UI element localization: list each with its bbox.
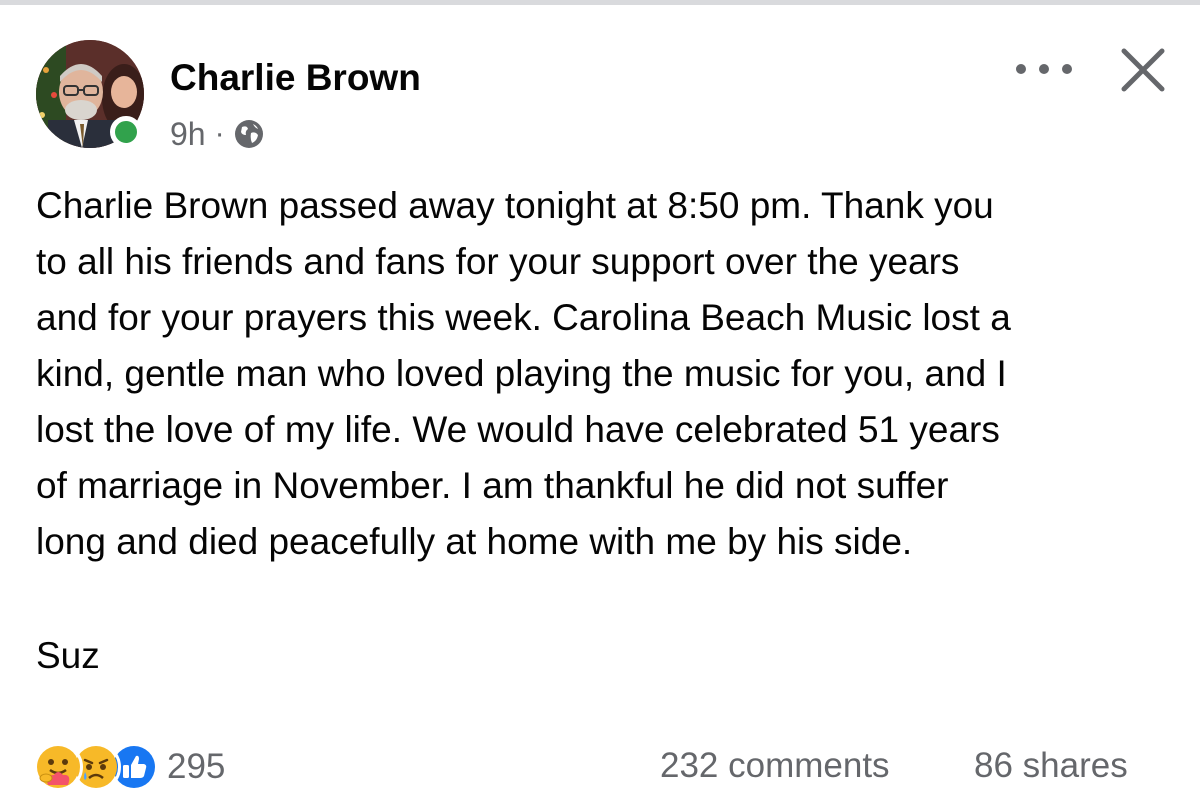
post-signature: Suz (36, 635, 100, 676)
top-divider (0, 0, 1200, 5)
close-button[interactable] (1118, 45, 1168, 95)
care-reaction-icon (33, 742, 83, 792)
more-options-button[interactable] (1016, 58, 1072, 80)
reactions-summary[interactable]: 295 (33, 742, 225, 792)
meta-separator: · (214, 117, 225, 150)
post-author-name[interactable]: Charlie Brown (170, 57, 421, 99)
post-text-line: lost the love of my life. We would have … (36, 409, 1000, 450)
post-text-line: Charlie Brown passed away tonight at 8:5… (36, 185, 994, 226)
post-text: Charlie Brown passed away tonight at 8:5… (36, 178, 1176, 570)
post-text-line: of marriage in November. I am thankful h… (36, 465, 949, 506)
post-text-line: and for your prayers this week. Carolina… (36, 297, 1011, 338)
dot (1062, 64, 1072, 74)
globe-icon[interactable] (233, 118, 265, 150)
shares-count-link[interactable]: 86 shares (974, 746, 1128, 786)
post-timestamp[interactable]: 9h (170, 116, 206, 153)
dot (1039, 64, 1049, 74)
reaction-count[interactable]: 295 (167, 747, 225, 787)
online-status-dot (110, 116, 142, 148)
post-text-line: long and died peacefully at home with me… (36, 521, 913, 562)
comments-count-link[interactable]: 232 comments (660, 746, 890, 786)
dot (1016, 64, 1026, 74)
post-text-line: to all his friends and fans for your sup… (36, 241, 960, 282)
close-icon (1121, 48, 1165, 92)
post-meta: 9h · (170, 114, 265, 154)
post-text-line: kind, gentle man who loved playing the m… (36, 353, 1007, 394)
